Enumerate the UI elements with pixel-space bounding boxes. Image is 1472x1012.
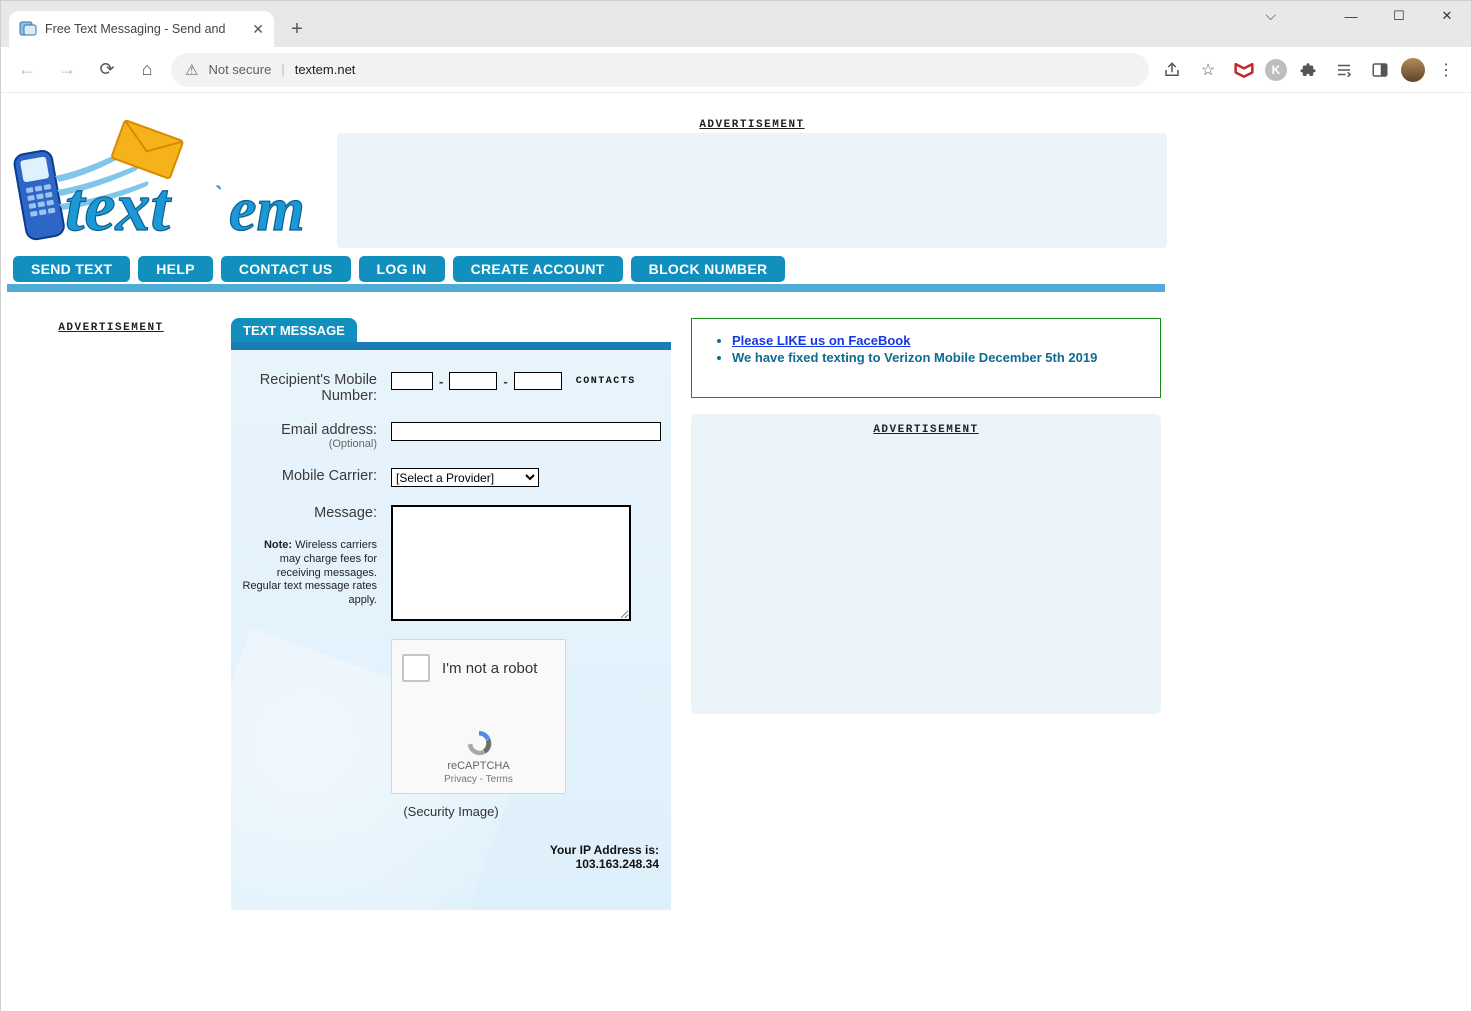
phone-part-1[interactable]	[391, 372, 433, 390]
recaptcha-checkbox[interactable]	[402, 654, 430, 682]
recaptcha-privacy-link[interactable]: Privacy	[444, 774, 477, 785]
announcement-item: We have fixed texting to Verizon Mobile …	[732, 350, 1142, 365]
not-secure-icon: ⚠	[185, 61, 198, 79]
ip-address-line: Your IP Address is: 103.163.248.34	[241, 843, 661, 871]
browser-tab[interactable]: Free Text Messaging - Send and ✕	[9, 11, 274, 47]
ad-slot-top	[337, 133, 1167, 248]
nav-forward-button: →	[51, 54, 83, 86]
recaptcha-icon	[464, 728, 494, 758]
nav-help[interactable]: HELP	[138, 256, 213, 282]
tab-search-chevron-icon[interactable]: ⌵	[1265, 7, 1276, 24]
nav-contact-us[interactable]: CONTACT US	[221, 256, 351, 282]
email-optional-label: (Optional)	[241, 438, 377, 450]
svg-text:em: em	[229, 176, 305, 244]
ad-label-right: ADVERTISEMENT	[873, 424, 978, 436]
profile-avatar[interactable]	[1401, 58, 1425, 82]
panel-title: TEXT MESSAGE	[231, 318, 357, 342]
message-textarea[interactable]	[391, 505, 631, 621]
address-bar[interactable]: ⚠ Not secure | textem.net	[171, 53, 1149, 87]
tab-title: Free Text Messaging - Send and	[45, 22, 244, 36]
ad-label-left: ADVERTISEMENT	[11, 322, 211, 334]
extensions-puzzle-icon[interactable]	[1293, 55, 1323, 85]
browser-titlebar: Free Text Messaging - Send and ✕ + ⌵ — ☐…	[1, 1, 1471, 47]
address-separator: |	[281, 62, 284, 77]
tab-close-icon[interactable]: ✕	[252, 21, 264, 38]
message-note: Note: Wireless carriers may charge fees …	[241, 539, 377, 608]
nav-block-number[interactable]: BLOCK NUMBER	[631, 256, 786, 282]
ip-address-value: 103.163.248.34	[576, 857, 659, 871]
site-logo[interactable]: text ` em	[7, 115, 337, 250]
svg-text:`: `	[213, 181, 222, 210]
browser-toolbar: ← → ⟳ ⌂ ⚠ Not secure | textem.net ☆ K	[1, 47, 1471, 93]
nav-underline	[7, 284, 1165, 292]
recaptcha-label: I'm not a robot	[442, 660, 537, 677]
bookmark-star-icon[interactable]: ☆	[1193, 55, 1223, 85]
nav-reload-button[interactable]: ⟳	[91, 54, 123, 86]
svg-text:text: text	[65, 169, 173, 246]
share-icon[interactable]	[1157, 55, 1187, 85]
address-url: textem.net	[295, 62, 356, 77]
nav-back-button: ←	[11, 54, 43, 86]
facebook-like-link[interactable]: Please LIKE us on FaceBook	[732, 333, 910, 348]
tab-favicon	[19, 20, 37, 38]
main-nav: SEND TEXT HELP CONTACT US LOG IN CREATE …	[7, 256, 1165, 282]
panel-underline	[231, 342, 671, 350]
side-panel-icon[interactable]	[1365, 55, 1395, 85]
announcement-item: Please LIKE us on FaceBook	[732, 333, 1142, 348]
contacts-link[interactable]: CONTACTS	[576, 376, 636, 387]
ad-label-top: ADVERTISEMENT	[699, 119, 804, 131]
security-image-label: (Security Image)	[241, 804, 661, 819]
nav-create-account[interactable]: CREATE ACCOUNT	[453, 256, 623, 282]
browser-menu-icon[interactable]: ⋮	[1431, 55, 1461, 85]
message-label: Message:	[314, 505, 377, 521]
new-tab-button[interactable]: +	[282, 14, 312, 44]
window-close-button[interactable]: ✕	[1423, 1, 1471, 31]
ad-slot-right: ADVERTISEMENT	[691, 414, 1161, 714]
phone-dash: -	[439, 374, 443, 389]
recipient-label: Recipient's Mobile Number:	[241, 372, 391, 404]
nav-log-in[interactable]: LOG IN	[359, 256, 445, 282]
carrier-label: Mobile Carrier:	[241, 468, 391, 487]
recaptcha-terms-link[interactable]: Terms	[486, 774, 513, 785]
not-secure-label: Not secure	[208, 62, 271, 77]
text-message-form: Recipient's Mobile Number: - - CONTACTS	[231, 350, 671, 910]
carrier-select[interactable]: [Select a Provider]	[391, 468, 539, 487]
email-field[interactable]	[391, 422, 661, 441]
phone-part-3[interactable]	[514, 372, 562, 390]
recaptcha-widget: I'm not a robot reCAPTCHA Privacy -	[391, 639, 566, 794]
page-viewport[interactable]: text ` em ADVERTISEMENT SEND TEXT HELP C…	[1, 93, 1471, 1011]
email-label: Email address:	[281, 422, 377, 438]
announcements-box: Please LIKE us on FaceBook We have fixed…	[691, 318, 1161, 398]
window-minimize-button[interactable]: —	[1327, 1, 1375, 31]
phone-part-2[interactable]	[449, 372, 497, 390]
window-maximize-button[interactable]: ☐	[1375, 1, 1423, 31]
extension-k-icon[interactable]: K	[1265, 59, 1287, 81]
extension-mcafee-icon[interactable]	[1229, 55, 1259, 85]
reading-list-icon[interactable]	[1329, 55, 1359, 85]
recaptcha-brand: reCAPTCHA	[392, 760, 565, 772]
phone-dash: -	[503, 374, 507, 389]
nav-home-button[interactable]: ⌂	[131, 54, 163, 86]
nav-send-text[interactable]: SEND TEXT	[13, 256, 130, 282]
